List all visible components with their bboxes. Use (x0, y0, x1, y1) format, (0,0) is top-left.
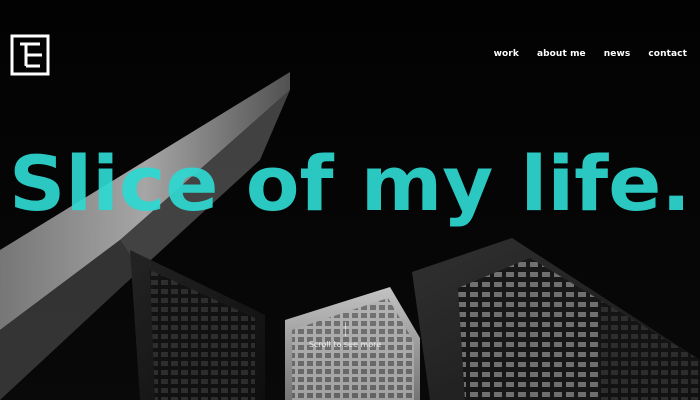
main-nav: work about me news contact (476, 49, 687, 59)
nav-item-about-me[interactable]: about me (537, 49, 586, 59)
brand-logo[interactable] (10, 34, 50, 76)
nav-item-contact[interactable]: contact (648, 49, 687, 59)
hero-headline-svg: Slice of my life. (9, 140, 691, 228)
scroll-hint-label: Scroll to see more (308, 340, 382, 349)
hero-headline: Slice of my life. (9, 140, 691, 228)
hero-headline-wrap: Slice of my life. (0, 140, 700, 230)
landing-page: work about me news contact Slice of my l… (0, 0, 700, 400)
scroll-indicator-line (344, 322, 346, 336)
scroll-hint[interactable]: Scroll to see more (300, 322, 390, 349)
nav-item-work[interactable]: work (494, 49, 519, 59)
nav-item-news[interactable]: news (604, 49, 631, 59)
e-monogram-logo-icon (10, 34, 50, 76)
